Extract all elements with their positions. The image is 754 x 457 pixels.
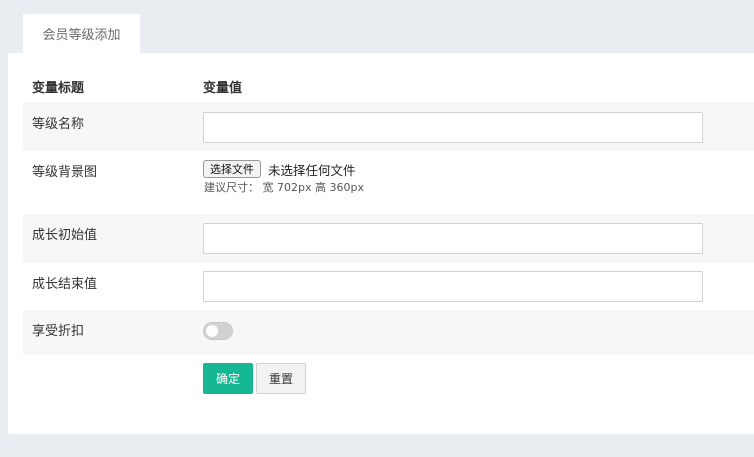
level-bg-label: 等级背景图	[32, 165, 98, 180]
tab-member-level-add[interactable]: 会员等级添加	[23, 14, 140, 53]
table-header: 变量标题 变量值	[23, 53, 754, 102]
tab-bar: 会员等级添加	[8, 0, 754, 53]
reset-button[interactable]: 重置	[256, 363, 306, 394]
row-growth-start: 成长初始值	[23, 214, 754, 263]
discount-label: 享受折扣	[32, 324, 85, 339]
growth-start-input[interactable]	[203, 223, 703, 254]
toggle-knob	[206, 325, 218, 337]
form-panel: 变量标题 变量值 等级名称 等级背景图 选择文件 未选择任何文件 建议尺寸： 宽…	[8, 53, 754, 434]
row-discount: 享受折扣	[23, 310, 754, 355]
file-status-text: 未选择任何文件	[268, 163, 356, 178]
discount-toggle[interactable]	[203, 322, 233, 340]
size-hint: 建议尺寸： 宽 702px 高 360px	[204, 181, 364, 194]
header-value: 变量值	[203, 81, 243, 96]
row-growth-end: 成长结束值	[23, 263, 754, 310]
header-title: 变量标题	[32, 81, 85, 96]
growth-end-input[interactable]	[203, 271, 703, 302]
growth-start-label: 成长初始值	[32, 228, 98, 243]
confirm-button[interactable]: 确定	[203, 363, 253, 394]
level-name-input[interactable]	[203, 112, 703, 143]
growth-end-label: 成长结束值	[32, 277, 98, 292]
row-level-bg: 等级背景图 选择文件 未选择任何文件 建议尺寸： 宽 702px 高 360px	[23, 151, 754, 214]
level-name-label: 等级名称	[32, 117, 85, 132]
choose-file-button[interactable]: 选择文件	[203, 160, 261, 178]
row-level-name: 等级名称	[23, 102, 754, 151]
